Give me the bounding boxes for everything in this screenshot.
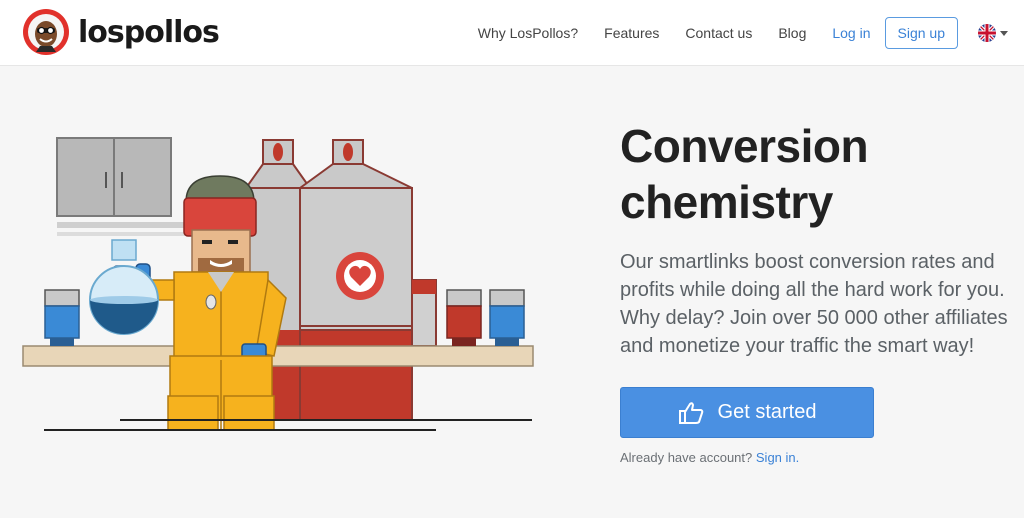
wall-cabinet	[56, 137, 172, 217]
signup-button[interactable]: Sign up	[884, 17, 958, 49]
already-have-account-text: Already have account?	[620, 450, 753, 465]
login-link[interactable]: Log in	[832, 25, 870, 41]
hero-headline: Conversion chemistry	[620, 120, 869, 228]
floor-lines	[44, 419, 532, 431]
blue-jar-left	[44, 289, 80, 346]
hero-illustration	[22, 137, 534, 431]
hero-subtext: Our smartlinks boost conversion rates an…	[620, 251, 1008, 357]
logo-text: lospollos	[78, 14, 220, 50]
chevron-down-icon	[1000, 30, 1008, 36]
language-selector[interactable]	[978, 24, 1008, 42]
nav-why-lospollos[interactable]: Why LosPollos?	[478, 25, 578, 41]
nav-features[interactable]: Features	[604, 25, 659, 41]
blue-jar-right	[489, 289, 525, 346]
gas-cylinder-front	[296, 139, 413, 421]
nav-blog[interactable]: Blog	[778, 25, 806, 41]
get-started-button[interactable]: Get started	[620, 387, 874, 438]
get-started-label: Get started	[717, 401, 817, 423]
red-jar-right	[446, 289, 482, 346]
uk-flag-icon	[978, 24, 996, 42]
top-nav: Why LosPollos? Features Contact us Blog …	[478, 0, 1008, 66]
brand-logo[interactable]: lospollos	[22, 8, 220, 56]
round-flask	[89, 239, 159, 335]
lab-counter	[22, 345, 534, 367]
mascot-avatar-icon	[23, 9, 69, 55]
signin-prompt: Already have account? Sign in.	[620, 450, 799, 465]
signin-link[interactable]: Sign in.	[756, 450, 799, 465]
site-header: lospollos Why LosPollos? Features Contac…	[0, 0, 1024, 66]
nav-contact-us[interactable]: Contact us	[685, 25, 752, 41]
side-canister	[411, 279, 437, 347]
thumbs-up-pointing-icon	[678, 401, 703, 424]
